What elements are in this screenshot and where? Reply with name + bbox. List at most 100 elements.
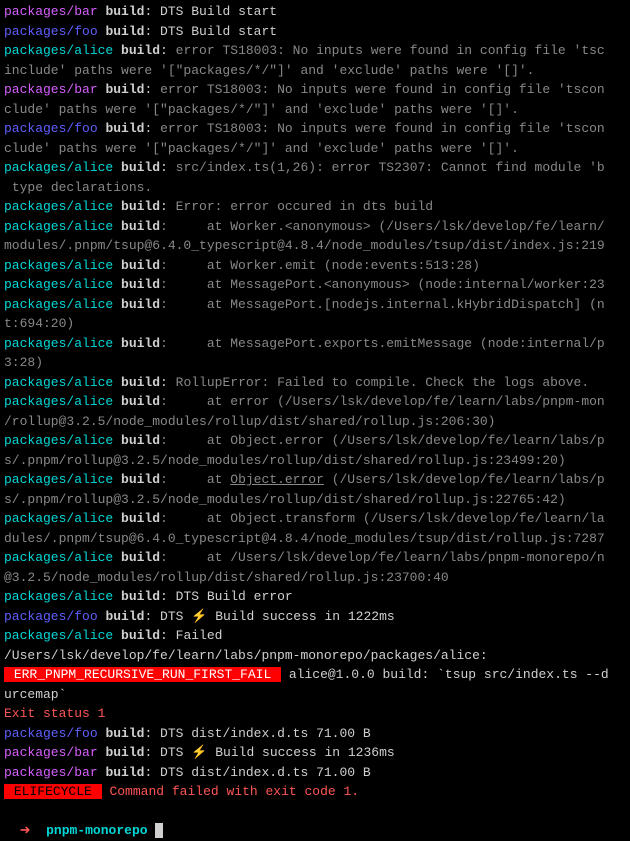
terminal-segment: : at /Users/lsk/develop/fe/learn/labs/pn… bbox=[160, 550, 605, 565]
terminal-line: packages/bar build: DTS dist/index.d.ts … bbox=[4, 763, 626, 783]
terminal-segment: packages/alice bbox=[4, 589, 113, 604]
terminal-segment: : at Object.error (/Users/lsk/develop/fe… bbox=[160, 433, 605, 448]
terminal-segment bbox=[113, 550, 121, 565]
terminal-segment: packages/alice bbox=[4, 336, 113, 351]
terminal-line: modules/.pnpm/tsup@6.4.0_typescript@4.8.… bbox=[4, 236, 626, 256]
terminal-segment: : Failed bbox=[160, 628, 222, 643]
terminal-segment: : at MessagePort.exports.emitMessage (no… bbox=[160, 336, 605, 351]
terminal-segment: build bbox=[121, 375, 160, 390]
terminal-segment: build bbox=[105, 726, 144, 741]
terminal-line: ELIFECYCLE Command failed with exit code… bbox=[4, 782, 626, 802]
terminal-line: packages/alice build: RollupError: Faile… bbox=[4, 373, 626, 393]
terminal-line: @3.2.5/node_modules/rollup/dist/shared/r… bbox=[4, 568, 626, 588]
terminal-segment: packages/bar bbox=[4, 745, 98, 760]
terminal-segment: s/.pnpm/rollup@3.2.5/node_modules/rollup… bbox=[4, 453, 566, 468]
cursor-icon bbox=[155, 823, 163, 838]
terminal-segment: 3:28) bbox=[4, 355, 43, 370]
terminal-line: packages/alice build: DTS Build error bbox=[4, 587, 626, 607]
terminal-segment: : DTS dist/index.d.ts 71.00 B bbox=[144, 765, 370, 780]
terminal-segment: : at Worker.<anonymous> (/Users/lsk/deve… bbox=[160, 219, 605, 234]
terminal-segment: packages/alice bbox=[4, 375, 113, 390]
terminal-segment: : at error (/Users/lsk/develop/fe/learn/… bbox=[160, 394, 605, 409]
terminal-segment: build bbox=[121, 589, 160, 604]
terminal-segment: packages/alice bbox=[4, 277, 113, 292]
terminal-segment: error TS18003: No inputs were found in c… bbox=[160, 82, 605, 97]
terminal-segment: : DTS bbox=[144, 609, 191, 624]
terminal-segment: build bbox=[105, 82, 144, 97]
terminal-segment: build bbox=[121, 433, 160, 448]
terminal-segment: error TS18003: No inputs were found in c… bbox=[176, 43, 605, 58]
terminal-line: packages/foo build: DTS dist/index.d.ts … bbox=[4, 724, 626, 744]
terminal-segment: ELIFECYCLE bbox=[4, 784, 102, 799]
terminal-segment: build bbox=[121, 43, 160, 58]
terminal-line: packages/alice build: src/index.ts(1,26)… bbox=[4, 158, 626, 178]
terminal-segment: include' paths were '["packages/*/"]' an… bbox=[4, 63, 535, 78]
terminal-segment: build bbox=[121, 297, 160, 312]
terminal-line: packages/alice build: at Object.error (/… bbox=[4, 470, 626, 490]
terminal-segment: (/Users/lsk/develop/fe/learn/labs/p bbox=[324, 472, 605, 487]
terminal-segment: RollupError: Failed to compile. Check th… bbox=[176, 375, 589, 390]
terminal-segment bbox=[113, 297, 121, 312]
terminal-line: include' paths were '["packages/*/"]' an… bbox=[4, 61, 626, 81]
terminal-segment bbox=[113, 375, 121, 390]
terminal-segment: : bbox=[144, 121, 160, 136]
terminal-segment: alice@1.0.0 build: `tsup src/index.ts --… bbox=[281, 667, 609, 682]
terminal-segment: ⚡ bbox=[191, 745, 207, 760]
terminal-segment bbox=[113, 258, 121, 273]
terminal-segment: ⚡ bbox=[191, 609, 207, 624]
terminal-segment: packages/bar bbox=[4, 82, 98, 97]
terminal-prompt[interactable]: ➜ pnpm-monorepo bbox=[4, 802, 626, 841]
terminal-line: packages/bar build: DTS ⚡ Build success … bbox=[4, 743, 626, 763]
terminal-segment: build bbox=[121, 394, 160, 409]
terminal-segment: : at Object.transform (/Users/lsk/develo… bbox=[160, 511, 605, 526]
terminal-segment: type declarations. bbox=[4, 180, 152, 195]
terminal-line: packages/alice build: at Worker.emit (no… bbox=[4, 256, 626, 276]
terminal-segment: build bbox=[121, 199, 160, 214]
terminal-segment: Command failed with exit code 1. bbox=[109, 784, 359, 799]
terminal-segment: Build success in 1236ms bbox=[207, 745, 394, 760]
terminal-segment: build bbox=[121, 472, 160, 487]
terminal-line: Exit status 1 bbox=[4, 704, 626, 724]
terminal-segment: build bbox=[105, 121, 144, 136]
terminal-segment: build bbox=[121, 277, 160, 292]
terminal-segment: : at Worker.emit (node:events:513:28) bbox=[160, 258, 480, 273]
terminal-line: packages/alice build: at /Users/lsk/deve… bbox=[4, 548, 626, 568]
terminal-line: packages/bar build: error TS18003: No in… bbox=[4, 80, 626, 100]
terminal-segment: Build success in 1222ms bbox=[207, 609, 394, 624]
prompt-directory: pnpm-monorepo bbox=[46, 823, 147, 838]
terminal-segment: packages/foo bbox=[4, 24, 98, 39]
terminal-line: packages/alice build: at Object.transfor… bbox=[4, 509, 626, 529]
terminal-line: packages/alice build: at MessagePort.<an… bbox=[4, 275, 626, 295]
terminal-segment: packages/alice bbox=[4, 628, 113, 643]
terminal-segment: : DTS Build start bbox=[144, 4, 277, 19]
terminal-line: packages/bar build: DTS Build start bbox=[4, 2, 626, 22]
terminal-line: type declarations. bbox=[4, 178, 626, 198]
terminal-segment: s/.pnpm/rollup@3.2.5/node_modules/rollup… bbox=[4, 492, 566, 507]
terminal-segment: clude' paths were '["packages/*/"]' and … bbox=[4, 141, 519, 156]
terminal-line: packages/alice build: at MessagePort.exp… bbox=[4, 334, 626, 354]
terminal-segment bbox=[113, 472, 121, 487]
terminal-segment: : bbox=[160, 160, 176, 175]
terminal-line: ERR_PNPM_RECURSIVE_RUN_FIRST_FAIL alice@… bbox=[4, 665, 626, 685]
terminal-line: /rollup@3.2.5/node_modules/rollup/dist/s… bbox=[4, 412, 626, 432]
terminal-segment: : DTS bbox=[144, 745, 191, 760]
terminal-segment: Error: error occured in dts build bbox=[176, 199, 433, 214]
terminal-segment: /rollup@3.2.5/node_modules/rollup/dist/s… bbox=[4, 414, 495, 429]
terminal-segment bbox=[113, 199, 121, 214]
terminal-segment: build bbox=[105, 24, 144, 39]
terminal-segment: error TS18003: No inputs were found in c… bbox=[160, 121, 605, 136]
terminal-segment: packages/bar bbox=[4, 4, 98, 19]
terminal-segment bbox=[113, 511, 121, 526]
terminal-segment bbox=[113, 160, 121, 175]
terminal-line: t:694:20) bbox=[4, 314, 626, 334]
terminal-output[interactable]: packages/bar build: DTS Build startpacka… bbox=[4, 2, 626, 802]
terminal-segment: build bbox=[121, 219, 160, 234]
terminal-segment: clude' paths were '["packages/*/"]' and … bbox=[4, 102, 519, 117]
terminal-segment bbox=[113, 433, 121, 448]
terminal-segment: packages/alice bbox=[4, 394, 113, 409]
terminal-segment: : at MessagePort.[nodejs.internal.kHybri… bbox=[160, 297, 605, 312]
terminal-segment: : DTS Build error bbox=[160, 589, 293, 604]
terminal-segment bbox=[113, 394, 121, 409]
terminal-segment: packages/alice bbox=[4, 258, 113, 273]
terminal-line: packages/foo build: DTS ⚡ Build success … bbox=[4, 607, 626, 627]
